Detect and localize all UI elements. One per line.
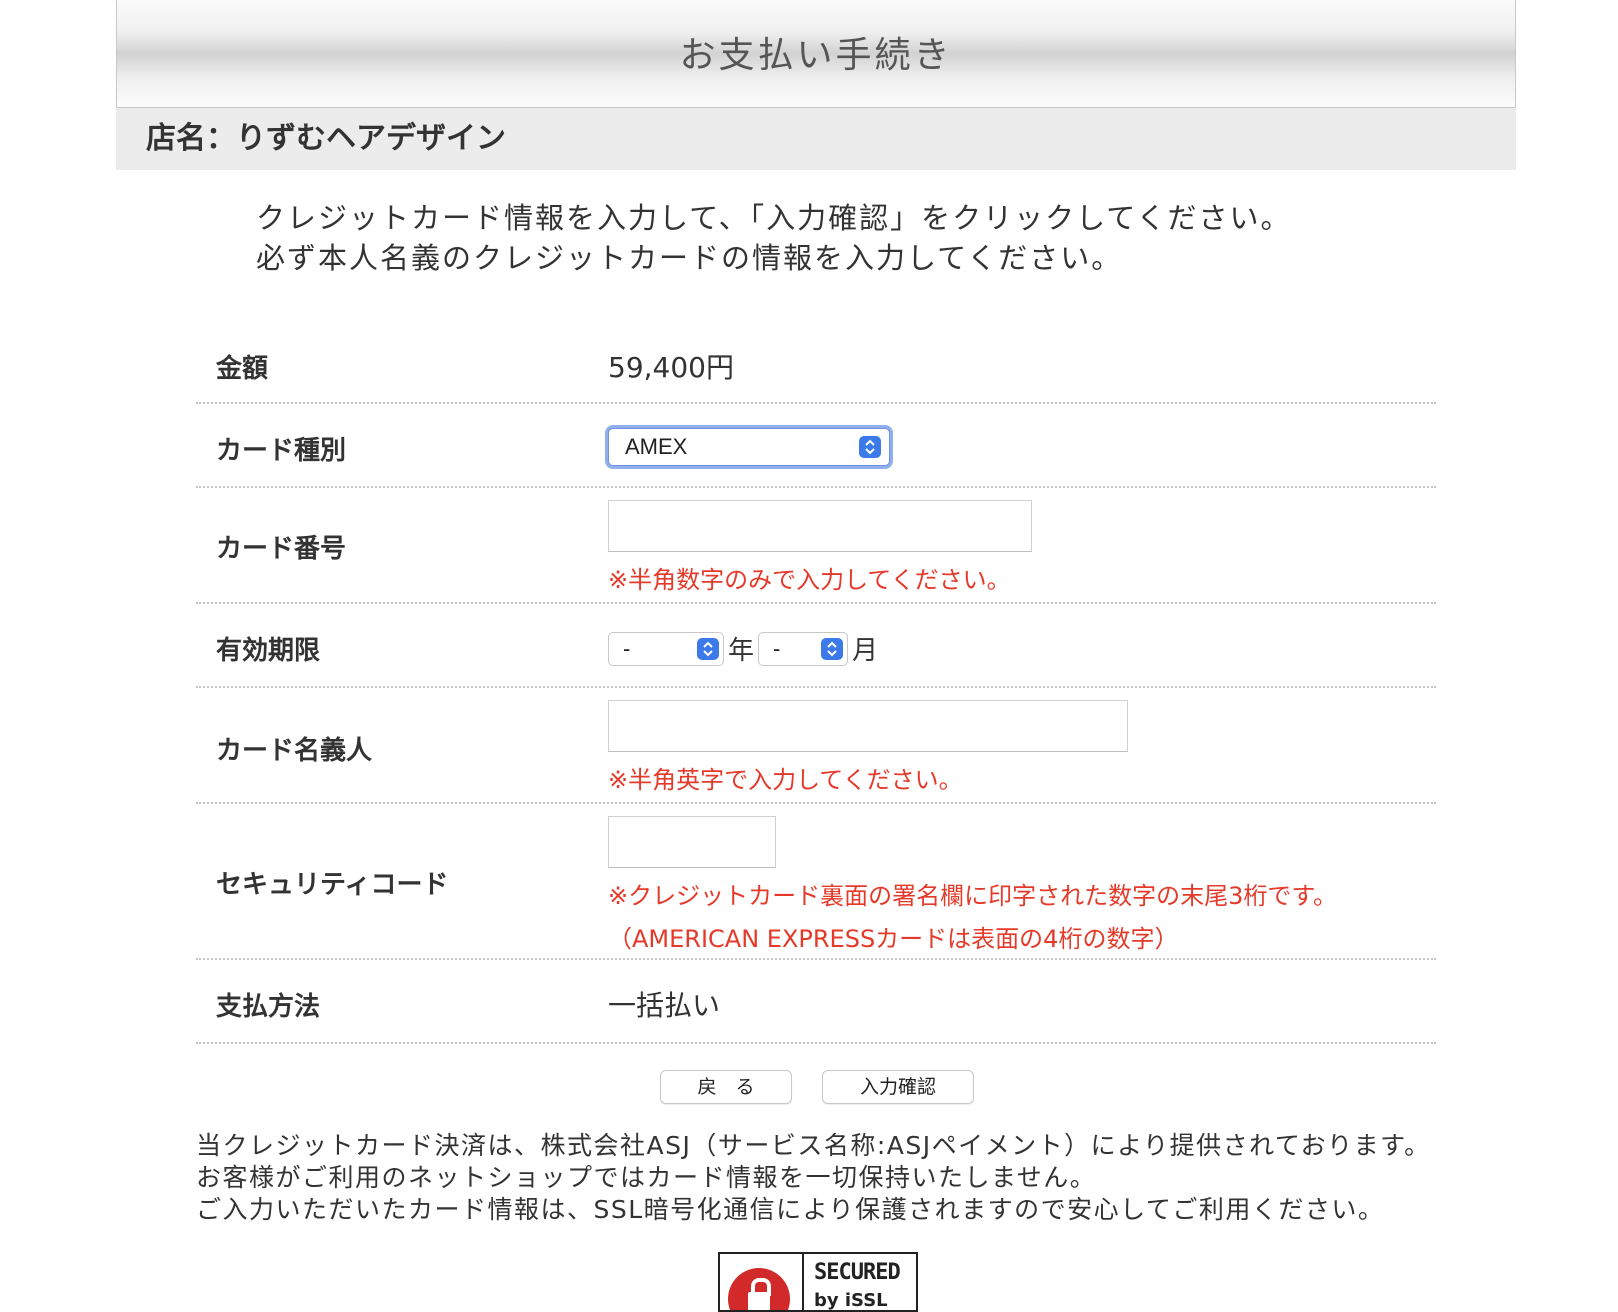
select-arrows-icon — [821, 637, 844, 660]
back-button[interactable]: 戻 る — [660, 1070, 792, 1104]
amount-label: 金額 — [216, 354, 269, 384]
shop-name: 店名：りずむヘアデザイン — [146, 121, 506, 156]
expiry-year-unit: 年 — [728, 636, 755, 666]
instructions: クレジットカード情報を入力して、「入力確認」をクリックしてください。 必ず本人名… — [256, 198, 1291, 278]
card-type-label: カード種別 — [216, 436, 347, 466]
expiry-month-select[interactable]: - — [758, 631, 849, 666]
card-type-row: カード種別 AMEX — [196, 404, 1436, 488]
payment-method-value: 一括払い — [608, 989, 721, 1022]
card-holder-row: カード名義人 ※半角英字で入力してください。 — [196, 688, 1436, 804]
page-title: お支払い手続き — [679, 35, 953, 76]
security-code-label: セキュリティコード — [216, 870, 449, 900]
payment-method-row: 支払方法 一括払い — [196, 960, 1436, 1044]
card-number-input[interactable] — [608, 500, 1032, 552]
expiry-row: 有効期限 - 年 - 月 — [196, 604, 1436, 688]
footer-line-3: ご入力いただいたカード情報は、SSL暗号化通信により保護されますので安心してご利… — [196, 1195, 1385, 1224]
page-header: お支払い手続き — [116, 0, 1516, 108]
select-arrows-icon — [697, 637, 719, 660]
lock-icon — [728, 1268, 790, 1310]
seal-subtext: by iSSL — [814, 1290, 888, 1311]
card-number-label: カード番号 — [216, 534, 347, 564]
card-type-selected: AMEX — [625, 434, 688, 459]
ssl-seal[interactable]: SECURED by iSSL — [718, 1252, 918, 1312]
security-code-note-2: （AMERICAN EXPRESSカードは表面の4桁の数字） — [608, 925, 1179, 953]
instruction-line-2: 必ず本人名義のクレジットカードの情報を入力してください。 — [256, 241, 1123, 275]
expiry-month-unit: 月 — [852, 636, 879, 666]
seal-divider — [802, 1254, 804, 1310]
card-holder-input[interactable] — [608, 700, 1128, 752]
expiry-year-selected: - — [623, 635, 631, 661]
card-number-note: ※半角数字のみで入力してください。 — [608, 566, 1011, 594]
security-code-note-1: ※クレジットカード裏面の署名欄に印字された数字の末尾3桁です。 — [608, 882, 1337, 910]
security-code-input[interactable] — [608, 816, 776, 868]
amount-row: 金額 59,400円 — [196, 322, 1436, 404]
expiry-month-selected: - — [773, 635, 781, 661]
expiry-year-select[interactable]: - — [608, 631, 724, 666]
card-holder-label: カード名義人 — [216, 736, 373, 766]
payment-method-label: 支払方法 — [216, 992, 321, 1022]
instruction-line-1: クレジットカード情報を入力して、「入力確認」をクリックしてください。 — [256, 201, 1292, 235]
card-type-select[interactable]: AMEX — [608, 428, 890, 466]
card-number-row: カード番号 ※半角数字のみで入力してください。 — [196, 488, 1436, 604]
shop-name-bar: 店名：りずむヘアデザイン — [116, 108, 1516, 170]
amount-value: 59,400円 — [608, 351, 734, 384]
confirm-button[interactable]: 入力確認 — [822, 1070, 974, 1104]
expiry-label: 有効期限 — [216, 636, 321, 666]
footer-line-2: お客様がご利用のネットショップではカード情報を一切保持いたしません。 — [196, 1163, 1097, 1192]
select-arrows-icon — [859, 436, 881, 458]
security-code-row: セキュリティコード ※クレジットカード裏面の署名欄に印字された数字の末尾3桁です… — [196, 804, 1436, 960]
card-holder-note: ※半角英字で入力してください。 — [608, 766, 963, 794]
footer-notice: 当クレジットカード決済は、株式会社ASJ（サービス名称:ASJペイメント）により… — [196, 1130, 1431, 1226]
footer-line-1: 当クレジットカード決済は、株式会社ASJ（サービス名称:ASJペイメント）により… — [196, 1131, 1431, 1160]
seal-text: SECURED — [814, 1260, 901, 1285]
